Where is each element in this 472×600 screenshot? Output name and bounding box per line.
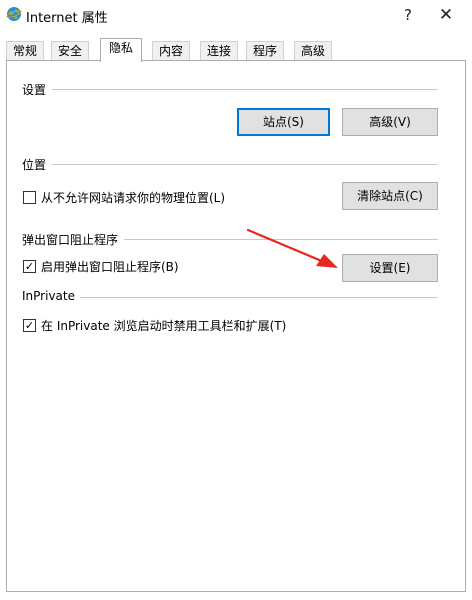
annotation-arrow-icon [246,228,338,268]
tab-advanced[interactable]: 高级 [294,41,333,61]
location-group-heading: 位置 [22,158,47,172]
location-checkbox[interactable] [23,191,36,204]
inprivate-group-heading: InPrivate [22,289,75,303]
tab-programs[interactable]: 程序 [246,41,285,61]
popup-blocker-checkbox-label: 启用弹出窗口阻止程序(B) [41,260,179,274]
internet-options-globe-icon [6,7,22,21]
title-bar: Internet 属性 ? ✕ [0,0,472,30]
sites-button[interactable]: 站点(S) [237,108,330,136]
settings-group-heading: 设置 [22,83,47,97]
popup-blocker-checkbox[interactable]: ✓ [23,260,36,273]
tab-content[interactable]: 内容 [152,41,191,61]
close-button[interactable]: ✕ [430,0,462,30]
settings-divider [52,89,438,90]
inprivate-checkbox[interactable]: ✓ [23,319,36,332]
advanced-button[interactable]: 高级(V) [342,108,438,136]
window-title: Internet 属性 [26,11,108,26]
popup-settings-button[interactable]: 设置(E) [342,254,438,282]
location-divider [52,164,438,165]
help-button[interactable]: ? [392,0,424,30]
tab-connections[interactable]: 连接 [200,41,239,61]
popup-blocker-group-heading: 弹出窗口阻止程序 [22,233,119,247]
location-checkbox-label: 从不允许网站请求你的物理位置(L) [41,191,226,205]
clear-sites-button[interactable]: 清除站点(C) [342,182,438,210]
tab-general[interactable]: 常规 [6,41,45,61]
inprivate-divider [80,297,438,298]
tab-security[interactable]: 安全 [51,41,90,61]
tab-privacy[interactable]: 隐私 [100,38,143,62]
inprivate-checkbox-label: 在 InPrivate 浏览启动时禁用工具栏和扩展(T) [41,319,287,333]
